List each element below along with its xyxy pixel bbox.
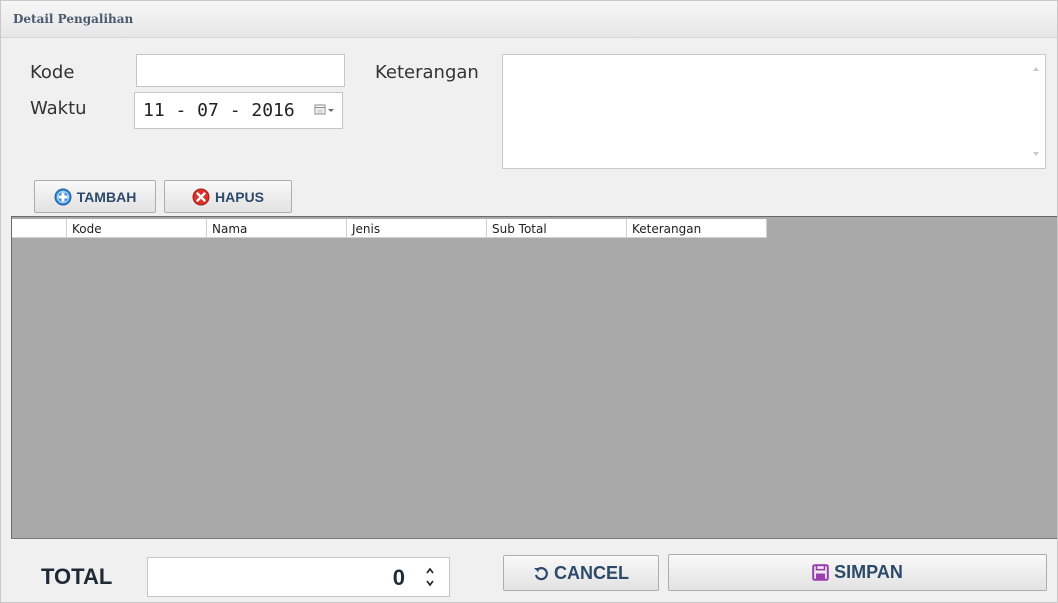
hapus-label: HAPUS — [214, 188, 264, 205]
scroll-down-icon[interactable] — [1033, 152, 1039, 156]
window-title: Detail Pengalihan — [13, 12, 134, 26]
cancel-button[interactable]: CANCEL — [503, 555, 659, 591]
detail-pengalihan-window: Detail Pengalihan Kode Waktu 11 - 07 - 2… — [0, 0, 1058, 603]
column-header-nama[interactable]: Nama — [207, 219, 347, 238]
grid-row-header-corner — [12, 219, 67, 238]
spinner-arrows-icon[interactable] — [425, 565, 435, 589]
waktu-label: Waktu — [30, 98, 87, 119]
hapus-button[interactable]: HAPUS — [164, 180, 292, 213]
kode-label: Kode — [30, 62, 75, 83]
grid-header: Kode Nama Jenis Sub Total Keterangan — [12, 219, 767, 238]
calendar-dropdown-icon[interactable] — [314, 102, 336, 118]
column-header-keterangan[interactable]: Keterangan — [627, 219, 767, 238]
detail-grid[interactable]: Kode Nama Jenis Sub Total Keterangan — [11, 216, 1057, 538]
tambah-button[interactable]: TAMBAH — [34, 180, 156, 213]
simpan-label: SIMPAN — [834, 562, 903, 582]
undo-icon — [534, 567, 548, 581]
keterangan-textarea[interactable] — [502, 54, 1046, 169]
keterangan-label: Keterangan — [375, 62, 479, 83]
column-header-jenis[interactable]: Jenis — [347, 219, 487, 238]
x-circle-icon — [192, 188, 210, 205]
kode-input[interactable] — [136, 54, 345, 87]
save-icon — [812, 564, 829, 581]
tambah-label: TAMBAH — [76, 188, 137, 205]
simpan-button[interactable]: SIMPAN — [668, 554, 1047, 591]
plus-circle-icon — [54, 188, 72, 205]
column-header-sub-total[interactable]: Sub Total — [487, 219, 627, 238]
title-bar: Detail Pengalihan — [1, 1, 1057, 38]
total-value: 0 — [392, 565, 405, 590]
grid-bottom-divider — [11, 538, 1057, 539]
column-header-kode[interactable]: Kode — [67, 219, 207, 238]
cancel-label: CANCEL — [554, 562, 629, 583]
waktu-date-picker[interactable]: 11 - 07 - 2016 — [134, 92, 343, 129]
total-label: TOTAL — [41, 564, 113, 589]
total-field[interactable]: 0 — [147, 557, 450, 597]
waktu-value: 11 - 07 - 2016 — [143, 100, 295, 121]
scroll-up-icon[interactable] — [1033, 67, 1039, 71]
